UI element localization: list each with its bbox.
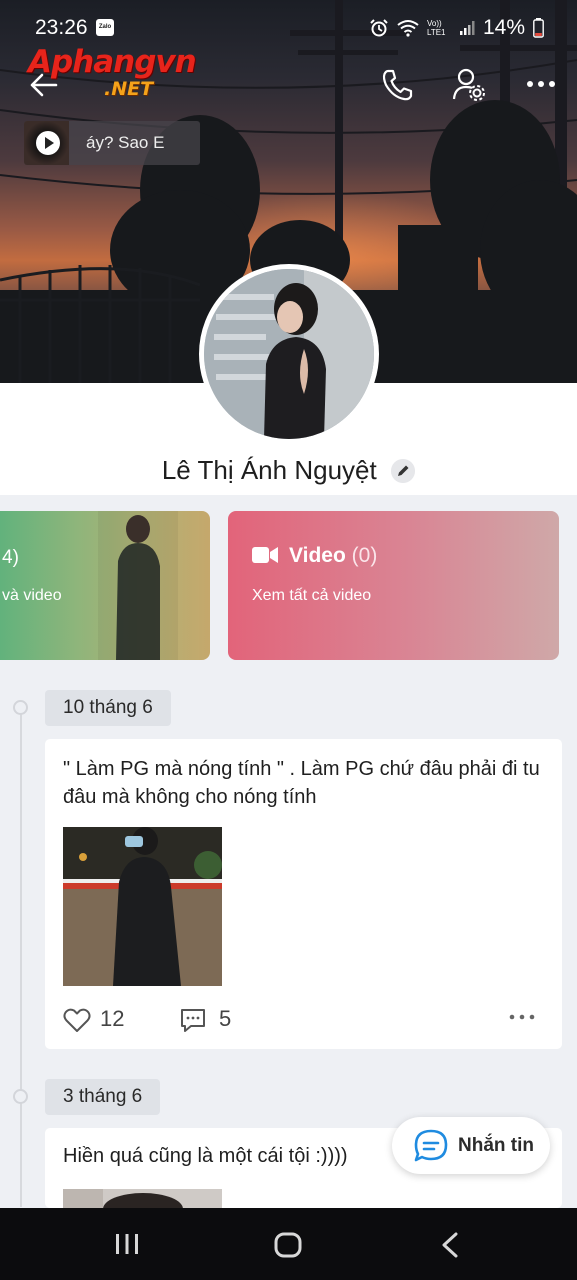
phone-call-icon[interactable] bbox=[381, 68, 413, 102]
video-label: Video bbox=[289, 544, 346, 567]
profile-music-ticker[interactable]: áy? Sao E bbox=[24, 121, 200, 165]
photos-count: 4) bbox=[2, 547, 19, 568]
profile-name: Lê Thị Ánh Nguyệt bbox=[161, 455, 377, 485]
timeline-dot bbox=[13, 700, 28, 715]
post-photo[interactable] bbox=[63, 827, 222, 986]
comment-icon[interactable] bbox=[179, 1007, 207, 1033]
status-icons: Vo)) LTE1 14% bbox=[369, 16, 544, 40]
timeline-dot bbox=[13, 1089, 28, 1104]
back-arrow-icon[interactable] bbox=[28, 70, 58, 100]
photos-subtitle: và video bbox=[2, 587, 62, 604]
more-options-icon[interactable] bbox=[524, 72, 558, 96]
wifi-icon bbox=[397, 20, 419, 37]
profile-name-row: Lê Thị Ánh Nguyệt bbox=[0, 455, 577, 486]
date-chip: 10 tháng 6 bbox=[45, 690, 171, 726]
edit-name-icon[interactable] bbox=[391, 458, 416, 483]
watermark-suffix: .NET bbox=[104, 78, 154, 100]
video-card[interactable]: Video (0) Xem tất cả video bbox=[228, 511, 559, 660]
video-card-title: Video (0) bbox=[289, 544, 377, 568]
zalo-notification-icon: Zalo bbox=[96, 19, 114, 36]
send-message-button[interactable]: Nhắn tin bbox=[392, 1117, 550, 1174]
video-subtitle[interactable]: Xem tất cả video bbox=[252, 587, 371, 605]
status-time: 23:26 bbox=[35, 16, 88, 39]
timeline-line bbox=[20, 707, 22, 1207]
home-icon[interactable] bbox=[274, 1232, 302, 1258]
nav-back-icon[interactable] bbox=[440, 1232, 460, 1258]
post-actions: 12 5 bbox=[63, 1003, 543, 1035]
heart-icon[interactable] bbox=[63, 1007, 91, 1033]
system-nav-bar bbox=[0, 1208, 577, 1280]
video-camera-icon bbox=[252, 547, 278, 563]
post-more-icon[interactable] bbox=[507, 1011, 537, 1023]
photos-card-thumbnail bbox=[98, 511, 178, 660]
chat-bubble-icon bbox=[414, 1129, 448, 1162]
date-chip: 3 tháng 6 bbox=[45, 1079, 161, 1115]
music-title: áy? Sao E bbox=[86, 133, 165, 152]
recent-apps-icon[interactable] bbox=[114, 1232, 140, 1256]
signal-icon bbox=[459, 21, 475, 35]
alarm-icon bbox=[370, 19, 388, 37]
network-label: Vo)) LTE1 bbox=[426, 19, 446, 37]
post-card[interactable]: " Làm PG mà nóng tính " . Làm PG chứ đâu… bbox=[45, 739, 562, 1049]
avatar[interactable] bbox=[199, 264, 379, 444]
profile-settings-icon[interactable] bbox=[452, 67, 486, 101]
post-photo[interactable] bbox=[63, 1189, 222, 1208]
video-count: (0) bbox=[351, 544, 378, 567]
play-icon[interactable] bbox=[36, 131, 60, 155]
post-text: " Làm PG mà nóng tính " . Làm PG chứ đâu… bbox=[63, 758, 540, 808]
battery-percent: 14% bbox=[482, 16, 525, 39]
battery-icon bbox=[533, 18, 544, 38]
like-count: 12 bbox=[100, 1006, 125, 1031]
comment-count: 5 bbox=[219, 1006, 232, 1031]
send-message-label: Nhắn tin bbox=[458, 1135, 534, 1156]
photos-card[interactable]: 4) và video bbox=[0, 511, 210, 660]
